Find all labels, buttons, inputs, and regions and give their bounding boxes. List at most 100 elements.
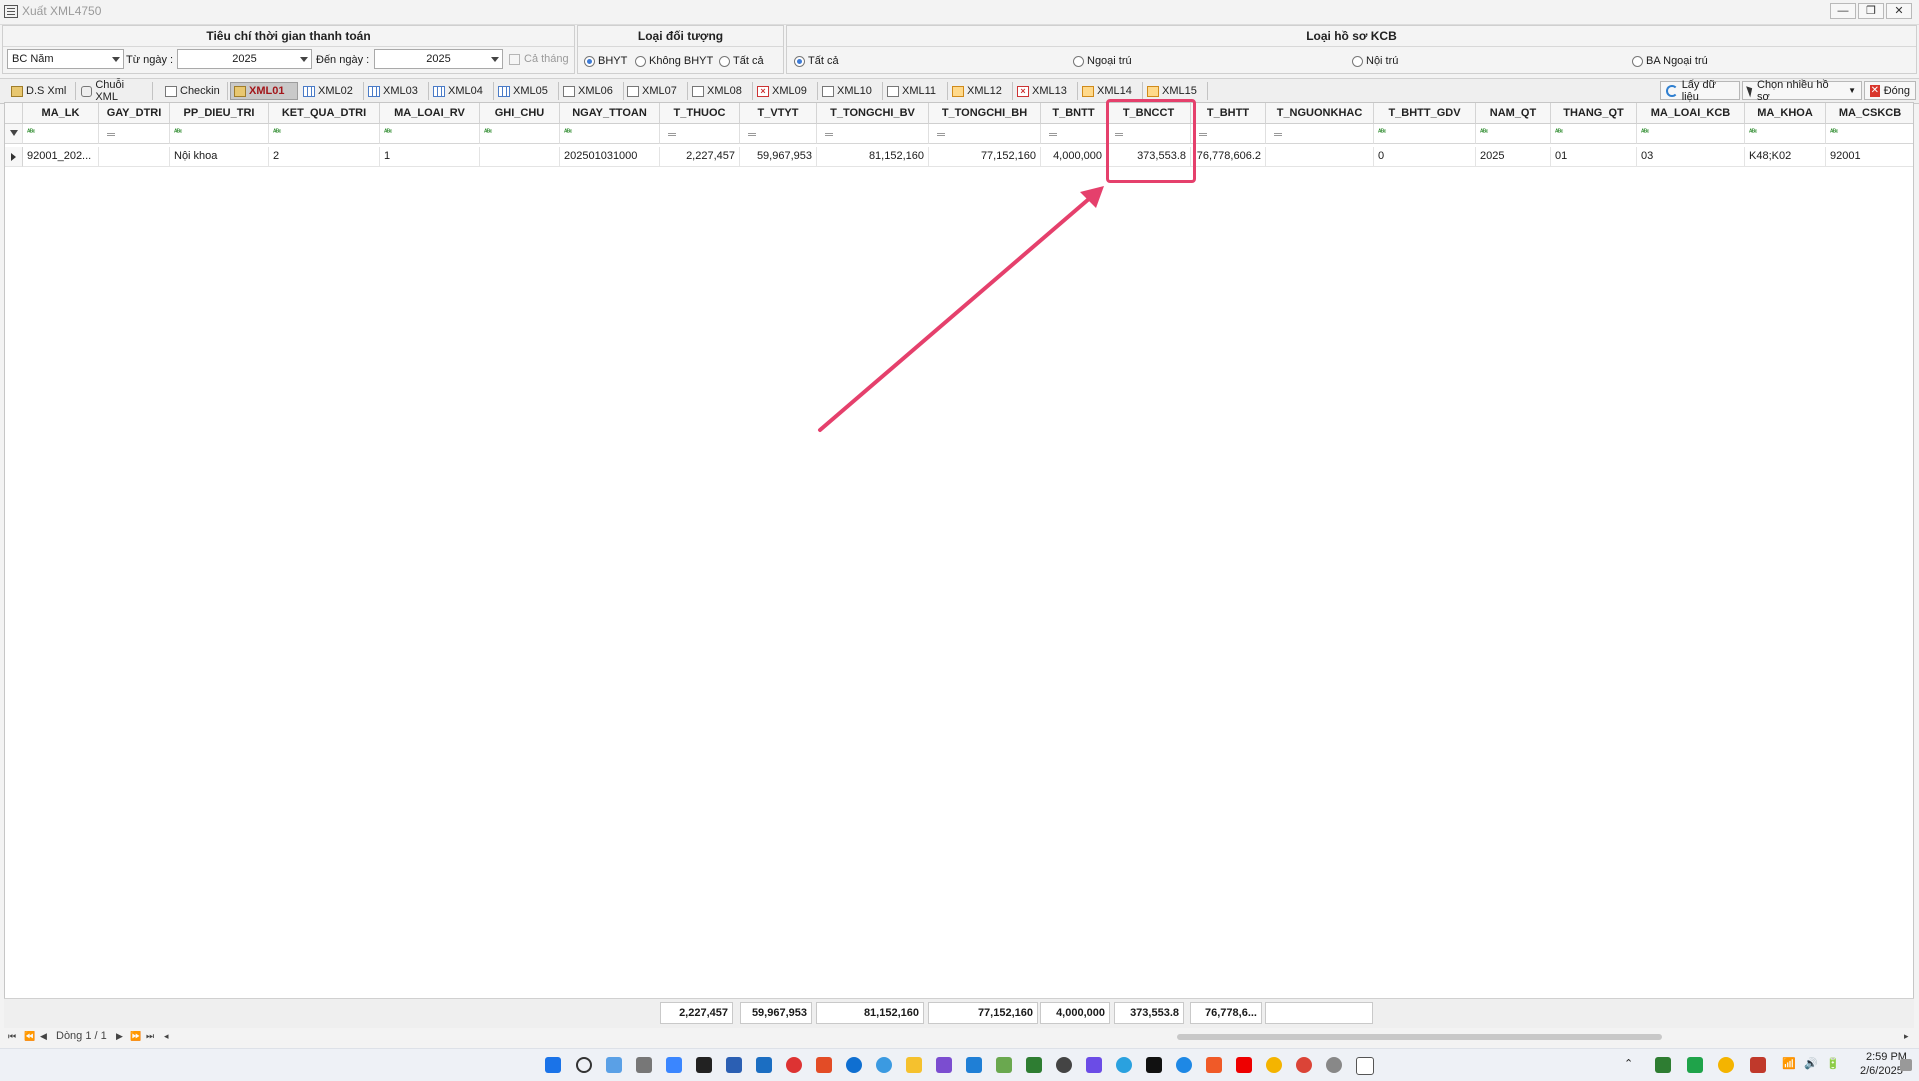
tab-xml04[interactable]: XML04 <box>430 82 494 100</box>
app-icon[interactable] <box>1086 1057 1102 1073</box>
radio-ngoai-tru[interactable]: Ngoại trú <box>1073 53 1132 69</box>
row-indicator[interactable] <box>5 147 23 167</box>
column-header-ma-khoa[interactable]: MA_KHOA <box>1745 103 1826 124</box>
youtube-icon[interactable] <box>1236 1057 1252 1073</box>
notepad-icon[interactable] <box>996 1057 1012 1073</box>
telegram-icon[interactable] <box>1116 1057 1132 1073</box>
column-header-nam-qt[interactable]: NAM_QT <box>1476 103 1551 124</box>
tab-xml13[interactable]: × XML13 <box>1014 82 1078 100</box>
filter-cell[interactable] <box>660 124 740 144</box>
next-page-icon[interactable]: ⏩ <box>130 1031 141 1042</box>
tab-xml03[interactable]: XML03 <box>365 82 429 100</box>
table-cell[interactable]: 2025 <box>1476 147 1551 167</box>
chrome-icon[interactable] <box>1266 1057 1282 1073</box>
filter-cell[interactable]: ᴬᴮᶜ <box>380 124 480 144</box>
filter-cell[interactable]: ᴬᴮᶜ <box>1374 124 1476 144</box>
edge-icon[interactable] <box>846 1057 862 1073</box>
chevron-up-icon[interactable]: ⌃ <box>1624 1057 1633 1070</box>
column-header-ket-qua-dtri[interactable]: KET_QUA_DTRI <box>269 103 380 124</box>
tray-app-icon[interactable] <box>1718 1057 1734 1073</box>
table-cell[interactable]: 0 <box>1374 147 1476 167</box>
filter-cell[interactable]: ᴬᴮᶜ <box>1637 124 1745 144</box>
table-cell[interactable]: 1 <box>380 147 480 167</box>
tab-xml02[interactable]: XML02 <box>300 82 364 100</box>
from-date-select[interactable]: 2025 <box>177 49 312 69</box>
column-header-ghi-chu[interactable]: GHI_CHU <box>480 103 560 124</box>
clock-date[interactable]: 2/6/2025 <box>1860 1065 1903 1077</box>
table-cell[interactable]: 59,967,953 <box>740 147 817 167</box>
tab-xml06[interactable]: XML06 <box>560 82 624 100</box>
column-header-t-nguonkhac[interactable]: T_NGUONKHAC <box>1266 103 1374 124</box>
column-header-t-bntt[interactable]: T_BNTT <box>1041 103 1107 124</box>
chatgpt-icon[interactable] <box>1056 1057 1072 1073</box>
filter-cell[interactable] <box>1266 124 1374 144</box>
filter-cell[interactable]: ᴬᴮᶜ <box>480 124 560 144</box>
column-header-ma-loai-kcb[interactable]: MA_LOAI_KCB <box>1637 103 1745 124</box>
table-cell[interactable] <box>99 147 170 167</box>
restore-button[interactable]: ❐ <box>1858 3 1884 19</box>
powershell-icon[interactable] <box>726 1057 742 1073</box>
table-cell[interactable] <box>1266 147 1374 167</box>
column-header-pp-dieu-tri[interactable]: PP_DIEU_TRI <box>170 103 269 124</box>
column-header-ma-cskcb[interactable]: MA_CSKCB <box>1826 103 1913 124</box>
filter-cell[interactable]: ᴬᴮᶜ <box>1551 124 1637 144</box>
table-cell[interactable] <box>480 147 560 167</box>
filter-cell[interactable] <box>929 124 1041 144</box>
table-cell[interactable]: 202501031000 <box>560 147 660 167</box>
settings-icon[interactable] <box>636 1057 652 1073</box>
minimize-button[interactable]: — <box>1830 3 1856 19</box>
filter-cell[interactable] <box>817 124 929 144</box>
app-icon[interactable] <box>1326 1057 1342 1073</box>
filter-cell[interactable] <box>1191 124 1266 144</box>
table-cell[interactable]: 03 <box>1637 147 1745 167</box>
wifi-icon[interactable]: 📶 <box>1782 1057 1796 1070</box>
next-record-icon[interactable]: ▶ <box>116 1031 123 1042</box>
brave-icon[interactable] <box>1206 1057 1222 1073</box>
horizontal-scrollbar[interactable] <box>1177 1034 1662 1040</box>
filter-cell[interactable] <box>99 124 170 144</box>
column-header-t-bhtt-gdv[interactable]: T_BHTT_GDV <box>1374 103 1476 124</box>
radio-khong-bhyt[interactable]: Không BHYT <box>635 53 713 69</box>
table-cell[interactable]: Nội khoa <box>170 147 269 167</box>
volume-icon[interactable]: 🔊 <box>1804 1057 1818 1070</box>
column-header-t-tongchi-bh[interactable]: T_TONGCHI_BH <box>929 103 1041 124</box>
table-cell[interactable]: 4,000,000 <box>1041 147 1107 167</box>
filter-cell[interactable] <box>740 124 817 144</box>
visual-studio-icon[interactable] <box>936 1057 952 1073</box>
column-header-t-thuoc[interactable]: T_THUOC <box>660 103 740 124</box>
tab-xml12[interactable]: XML12 <box>949 82 1013 100</box>
last-record-icon[interactable]: ⏭ <box>146 1031 154 1042</box>
clock-icon[interactable] <box>786 1057 802 1073</box>
filter-cell[interactable] <box>1041 124 1107 144</box>
column-header-t-vtyt[interactable]: T_VTYT <box>740 103 817 124</box>
tab-xml05[interactable]: XML05 <box>495 82 559 100</box>
table-cell[interactable]: K48;K02 <box>1745 147 1826 167</box>
start-icon[interactable] <box>545 1057 561 1073</box>
tab-ds-xml[interactable]: D.S Xml <box>8 82 76 100</box>
to-date-select[interactable]: 2025 <box>374 49 503 69</box>
period-select[interactable]: BC Năm <box>7 49 124 69</box>
tab-xml15[interactable]: XML15 <box>1144 82 1208 100</box>
whole-month-checkbox[interactable]: Cả tháng <box>509 53 569 65</box>
terminal-icon[interactable] <box>696 1057 712 1073</box>
zalo-icon[interactable] <box>1176 1057 1192 1073</box>
column-header-gay-dtri[interactable]: GAY_DTRI <box>99 103 170 124</box>
scroll-right-icon[interactable]: ▸ <box>1904 1031 1909 1042</box>
first-record-icon[interactable]: ⏮ <box>8 1031 16 1042</box>
notification-icon[interactable] <box>1900 1059 1912 1071</box>
tab-xml07[interactable]: XML07 <box>624 82 688 100</box>
radio-tat-ca-object[interactable]: Tất cả <box>719 53 764 69</box>
filter-cell[interactable]: ᴬᴮᶜ <box>1745 124 1826 144</box>
filter-cell[interactable]: ᴬᴮᶜ <box>23 124 99 144</box>
table-cell[interactable]: 92001_202... <box>23 147 99 167</box>
app-icon[interactable] <box>666 1057 682 1073</box>
table-cell[interactable]: 76,778,606.2 <box>1191 147 1266 167</box>
tab-xml11[interactable]: XML11 <box>884 82 948 100</box>
table-cell[interactable]: 2,227,457 <box>660 147 740 167</box>
app-icon[interactable] <box>1356 1057 1374 1075</box>
radio-noi-tru[interactable]: Nội trú <box>1352 53 1398 69</box>
chrome-icon[interactable] <box>1296 1057 1312 1073</box>
scroll-left-icon[interactable]: ◂ <box>164 1031 169 1042</box>
prev-record-icon[interactable]: ◀ <box>40 1031 47 1042</box>
filter-cell[interactable]: ᴬᴮᶜ <box>1476 124 1551 144</box>
